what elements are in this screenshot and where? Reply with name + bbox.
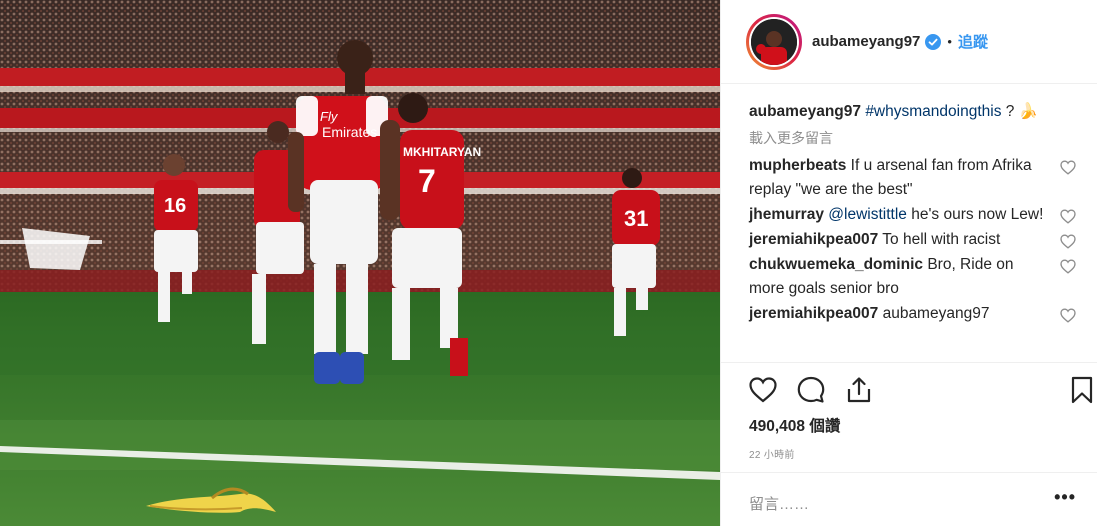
svg-text:16: 16 <box>164 195 186 217</box>
avatar[interactable] <box>746 13 802 70</box>
load-more-comments-button[interactable]: 載入更多留言 <box>749 128 1079 148</box>
comment-item: jhemurray @lewistittle he's ours now Lew… <box>749 203 1079 227</box>
svg-text:Emirates: Emirates <box>322 124 377 140</box>
comment-item: mupherbeats If u arsenal fan from Afrika… <box>749 154 1079 202</box>
comment-like-heart-icon[interactable] <box>1060 234 1076 249</box>
comment-like-heart-icon[interactable] <box>1060 308 1076 323</box>
action-bar <box>721 362 1097 416</box>
verified-badge-icon <box>925 33 942 50</box>
separator-dot: • <box>947 34 952 49</box>
stadium-scene: 16 MKHITARYAN 7 31 Fly Emirates <box>0 0 720 526</box>
caption-text: ? <box>1001 103 1015 120</box>
svg-text:7: 7 <box>418 163 436 199</box>
comment-username[interactable]: jhemurray <box>749 206 824 223</box>
comment-input[interactable]: 留言…… <box>749 493 809 514</box>
svg-text:Fly: Fly <box>320 109 339 124</box>
caption-hashtag[interactable]: #whysmandoingthis <box>865 103 1001 120</box>
comment-text: aubameyang97 <box>882 305 990 322</box>
comment-like-heart-icon[interactable] <box>1060 209 1076 224</box>
header-username[interactable]: aubameyang97 <box>812 33 920 50</box>
more-options-icon[interactable]: ••• <box>1054 487 1076 508</box>
avatar-image <box>751 18 797 65</box>
comment-list: aubameyang97 #whysmandoingthis ? 🍌 載入更多留… <box>749 100 1079 327</box>
add-comment-bar: 留言…… ••• <box>721 472 1097 526</box>
comment-text: To hell with racist <box>882 231 1001 248</box>
comment-username[interactable]: jeremiahikpea007 <box>749 305 878 322</box>
post-side-panel: aubameyang97 • 追蹤 aubameyang97 #whysmand… <box>720 0 1097 526</box>
comment-username[interactable]: chukwuemeka_dominic <box>749 256 923 273</box>
likes-count[interactable]: 490,408 個讚 <box>749 414 840 436</box>
post-caption: aubameyang97 #whysmandoingthis ? 🍌 <box>749 100 1079 124</box>
bookmark-save-icon[interactable] <box>1067 375 1097 405</box>
comment-item: chukwuemeka_dominic Bro, Ride on more go… <box>749 253 1079 301</box>
follow-button[interactable]: 追蹤 <box>958 31 988 52</box>
post-photo[interactable]: 16 MKHITARYAN 7 31 Fly Emirates <box>0 0 720 526</box>
svg-text:MKHITARYAN: MKHITARYAN <box>403 145 481 159</box>
comment-like-heart-icon[interactable] <box>1060 160 1076 175</box>
banana-emoji: 🍌 <box>1018 103 1039 120</box>
post-timestamp[interactable]: 22 小時前 <box>749 446 795 461</box>
post-header: aubameyang97 • 追蹤 <box>721 0 1097 84</box>
like-heart-icon[interactable] <box>748 375 778 405</box>
share-upload-icon[interactable] <box>844 375 874 405</box>
svg-text:31: 31 <box>624 206 648 231</box>
comment-mention[interactable]: @lewistittle <box>828 206 907 223</box>
comment-like-heart-icon[interactable] <box>1060 259 1076 274</box>
comment-item: jeremiahikpea007 aubameyang97 <box>749 302 1079 326</box>
comment-bubble-icon[interactable] <box>796 375 826 405</box>
comment-username[interactable]: mupherbeats <box>749 157 846 174</box>
comment-username[interactable]: jeremiahikpea007 <box>749 231 878 248</box>
comment-text: he's ours now Lew! <box>906 206 1044 223</box>
caption-username[interactable]: aubameyang97 <box>749 103 861 120</box>
comment-item: jeremiahikpea007 To hell with racist <box>749 228 1079 252</box>
